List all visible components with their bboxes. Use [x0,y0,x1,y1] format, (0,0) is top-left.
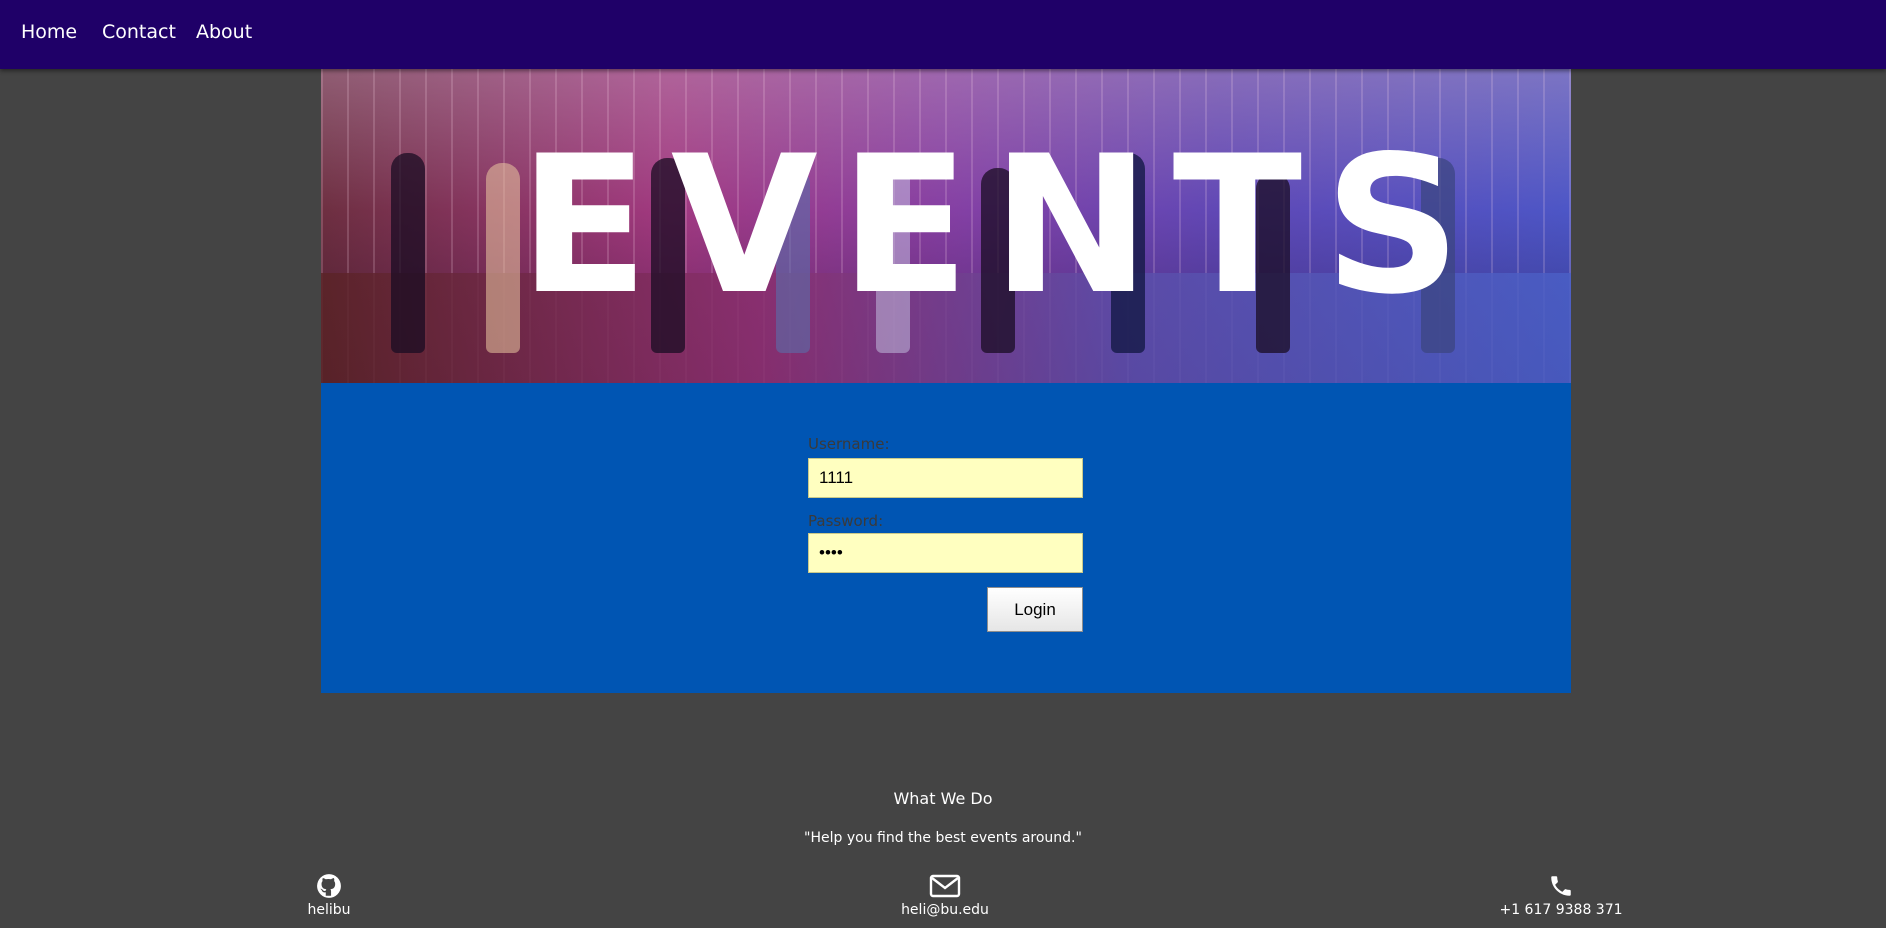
login-button[interactable]: Login [987,587,1083,632]
top-navbar: Home Contact About [0,0,1886,69]
footer-tagline: "Help you find the best events around." [804,830,1082,846]
nav-contact-link[interactable]: Contact [102,21,176,43]
login-panel: Username: Password: Login [321,383,1571,693]
github-icon [317,874,341,898]
nav-about-link[interactable]: About [196,21,252,43]
password-label: Password: [808,512,884,530]
nav-home-link[interactable]: Home [21,21,77,43]
phone-contact[interactable]: +1 617 9388 371 [1461,873,1661,918]
mail-icon [929,874,961,898]
github-contact[interactable]: helibu [229,873,429,918]
footer-heading: What We Do [893,789,993,808]
phone-number: +1 617 9388 371 [1499,902,1623,918]
email-contact[interactable]: heli@bu.edu [845,873,1045,918]
password-input[interactable] [808,533,1083,573]
username-input[interactable] [808,458,1083,498]
hero-title: EVENTS [518,115,1484,336]
github-handle: helibu [307,902,351,918]
username-label: Username: [808,435,890,453]
events-hero-banner: EVENTS [321,69,1571,383]
email-address: heli@bu.edu [901,902,989,918]
phone-icon [1551,876,1571,896]
